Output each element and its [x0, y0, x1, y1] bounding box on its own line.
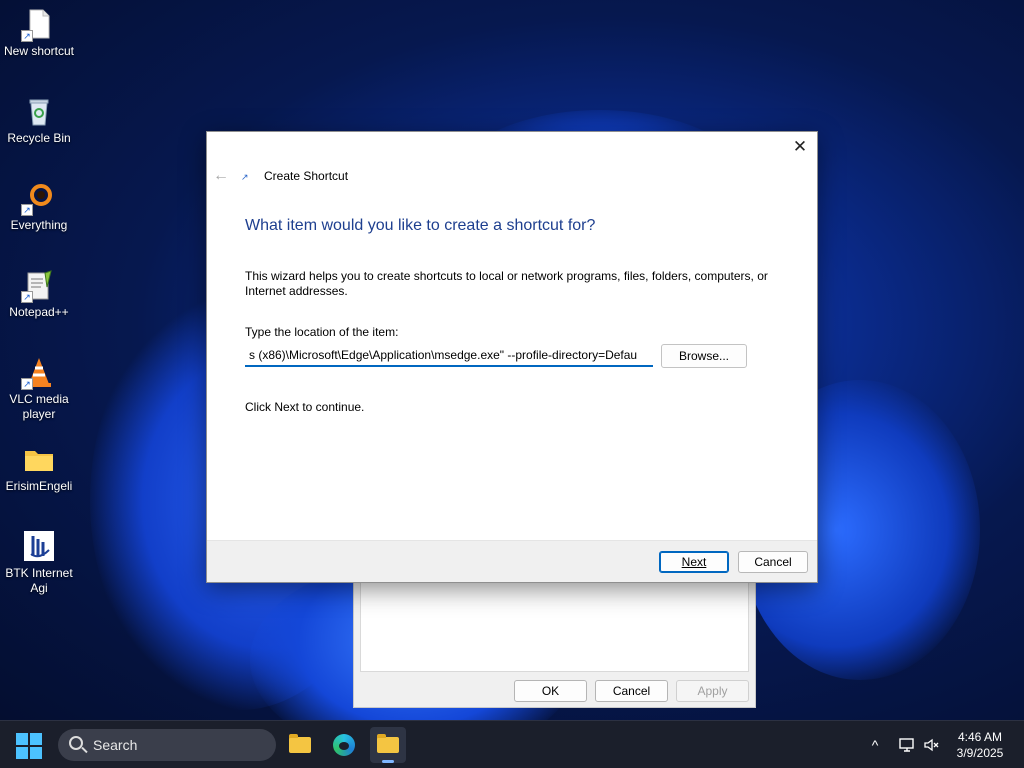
chevron-up-icon[interactable]: ^ [866, 736, 884, 754]
btk-logo-icon [23, 530, 55, 562]
windows-logo-icon [30, 733, 42, 745]
properties-panel [360, 576, 749, 672]
ok-button[interactable]: OK [514, 680, 587, 702]
edge-icon [333, 734, 355, 756]
wizard-heading: What item would you like to create a sho… [245, 217, 596, 234]
desktop-icon-label: VLC media player [9, 392, 69, 421]
taskbar-file-explorer-active[interactable] [370, 727, 406, 763]
create-shortcut-wizard: ✕ ← ↗ Create Shortcut What item would yo… [206, 131, 818, 583]
windows-logo-icon [16, 733, 28, 745]
desktop: ↗ New shortcut Recycle Bin ↗ Everything … [0, 0, 1024, 720]
desktop-icon-label: Notepad++ [9, 305, 69, 319]
location-input[interactable] [245, 344, 653, 367]
windows-logo-icon [16, 747, 28, 759]
back-arrow-icon[interactable]: ← [213, 168, 233, 184]
wizard-description: This wizard helps you to create shortcut… [245, 269, 768, 298]
desktop-icon-label: Everything [10, 218, 68, 232]
clock-date: 3/9/2025 [956, 746, 1004, 760]
next-button[interactable]: Next [659, 551, 729, 573]
desktop-icon-everything[interactable]: ↗ Everything [2, 182, 76, 233]
desktop-icon-label: BTK Internet Agi [5, 566, 73, 595]
search-icon [69, 736, 83, 750]
taskbar-file-explorer[interactable] [282, 727, 318, 763]
desktop-icon-recycle-bin[interactable]: Recycle Bin [2, 95, 76, 146]
properties-window: OK Cancel Apply [353, 575, 756, 708]
taskbar-search[interactable]: Search [58, 729, 276, 761]
network-icon[interactable] [898, 736, 916, 754]
desktop-icon-label: New shortcut [3, 44, 75, 58]
folder-icon [23, 443, 55, 475]
apply-button[interactable]: Apply [676, 680, 749, 702]
browse-button[interactable]: Browse... [661, 344, 747, 368]
desktop-icon-label: ErisimEngeli [5, 479, 73, 493]
search-placeholder: Search [93, 737, 138, 753]
desktop-icon-notepadpp[interactable]: ↗ Notepad++ [2, 269, 76, 320]
properties-cancel-button[interactable]: Cancel [595, 680, 668, 702]
shortcut-app-icon: ↗ [241, 172, 249, 182]
notepadpp-icon: ↗ [21, 269, 55, 303]
wizard-footer: Next Cancel [207, 540, 817, 582]
file-shortcut-icon: ↗ [21, 8, 55, 42]
desktop-icon-erisimengeli[interactable]: ErisimEngeli [2, 443, 76, 494]
wizard-title: Create Shortcut [264, 169, 349, 183]
desktop-icon-new-shortcut[interactable]: ↗ New shortcut [2, 8, 76, 59]
taskbar-edge[interactable] [326, 727, 362, 763]
close-icon[interactable]: ✕ [789, 137, 811, 157]
active-indicator [382, 760, 394, 763]
next-button-label: Next [681, 555, 707, 569]
location-label: Type the location of the item: [245, 325, 399, 339]
speaker-muted-icon[interactable] [923, 736, 941, 754]
folder-icon [377, 734, 399, 753]
folder-icon [289, 734, 311, 753]
recycle-bin-icon [23, 95, 55, 127]
start-button[interactable] [16, 733, 42, 759]
vlc-cone-icon: ↗ [21, 356, 55, 390]
clock-time: 4:46 AM [957, 730, 1003, 744]
continue-hint: Click Next to continue. [245, 400, 365, 414]
desktop-icon-vlc[interactable]: ↗ VLC media player [2, 356, 76, 422]
desktop-icon-btk[interactable]: BTK Internet Agi [2, 530, 76, 596]
everything-search-icon: ↗ [21, 182, 55, 216]
desktop-icon-label: Recycle Bin [7, 131, 71, 145]
cancel-button[interactable]: Cancel [738, 551, 808, 573]
taskbar: Search ^ 4:46 AM 3/9/2025 [0, 720, 1024, 768]
windows-logo-icon [30, 747, 42, 759]
clock[interactable]: 4:46 AM 3/9/2025 [944, 729, 1016, 761]
